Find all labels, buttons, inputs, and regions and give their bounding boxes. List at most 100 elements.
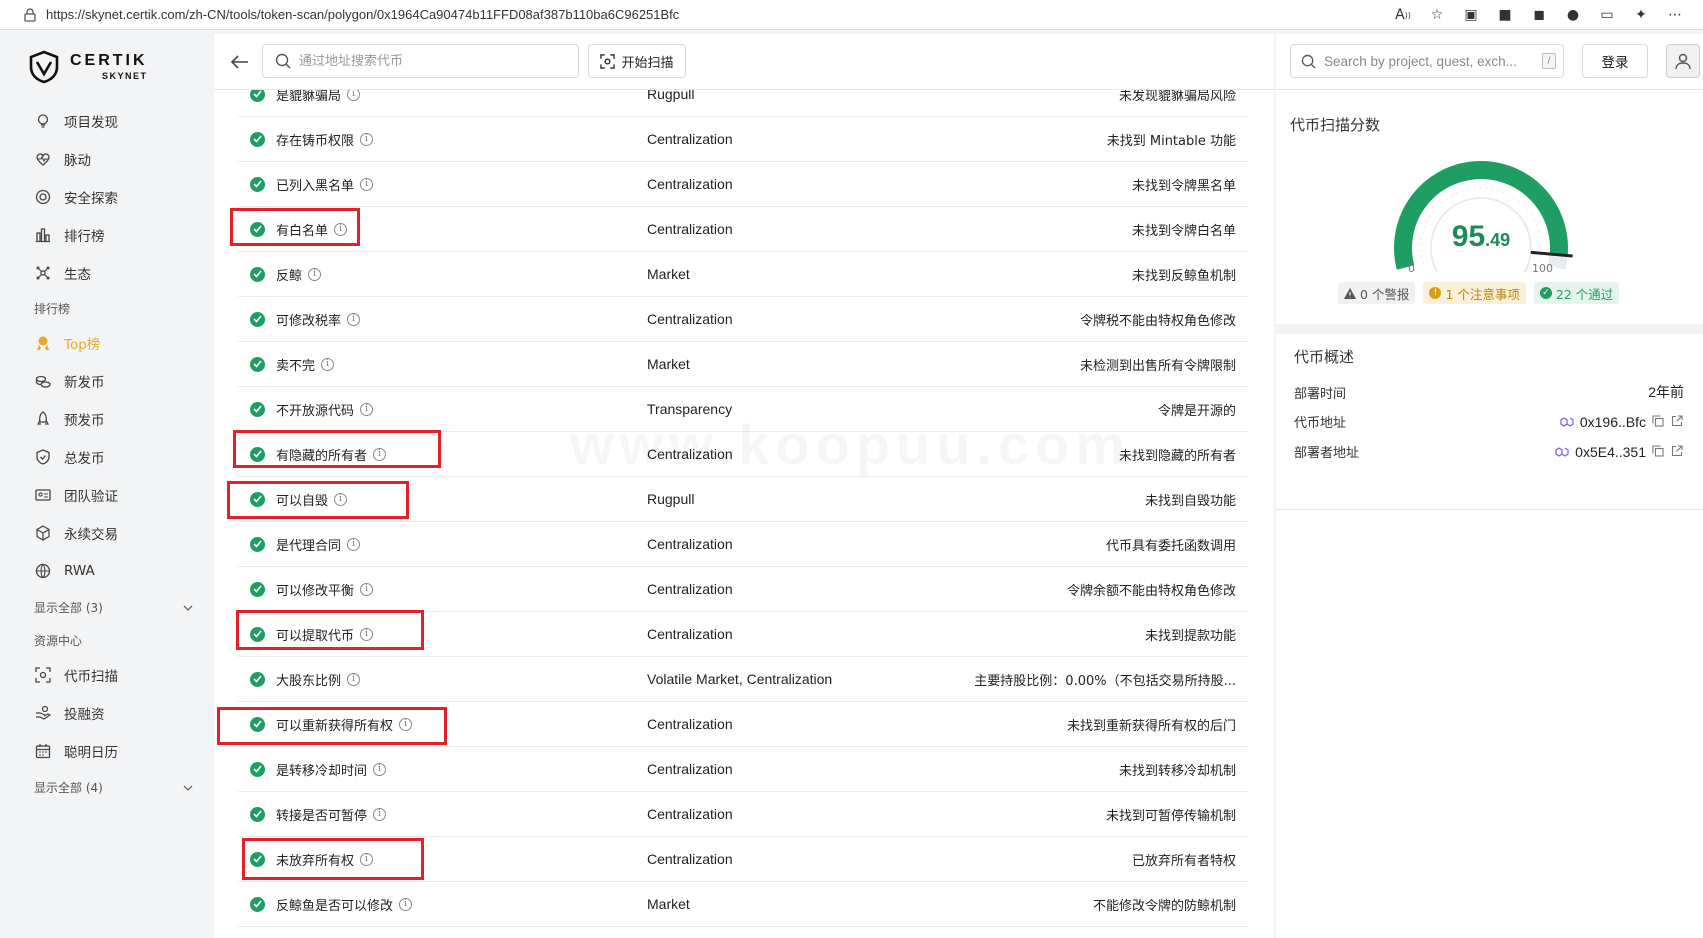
global-search-box[interactable]: / <box>1290 44 1564 78</box>
screenshot-icon[interactable]: ▣ <box>1461 5 1481 25</box>
token-search-box[interactable] <box>262 44 579 78</box>
read-aloud-icon[interactable]: A)) <box>1393 5 1413 25</box>
check-row[interactable]: 反鲸 i Market 未找到反鲸鱼机制 <box>238 252 1248 297</box>
start-scan-button[interactable]: 开始扫描 <box>588 44 686 78</box>
score-title: 代币扫描分数 <box>1290 116 1381 134</box>
sidebar-item-team-verify[interactable]: 团队验证 <box>16 476 213 514</box>
score-value: 95.49 <box>1386 220 1576 254</box>
right-panel-divider <box>1276 509 1703 510</box>
brand-name: CERTIK <box>70 52 148 69</box>
check-row[interactable]: 是貔貅骗局 i Rugpull 未发现貔貅骗局风险 <box>238 90 1248 117</box>
user-avatar-button[interactable] <box>1666 44 1700 78</box>
check-row[interactable]: 不开放源代码 i Transparency 令牌是开源的 <box>238 387 1248 432</box>
sidebar-item-perpetual[interactable]: 永续交易 <box>16 514 213 552</box>
sidebar-item-ecosystem[interactable]: 生态 <box>16 254 213 292</box>
favorite-star-icon[interactable]: ☆ <box>1427 5 1447 25</box>
external-link-icon[interactable] <box>1671 445 1684 458</box>
check-row[interactable]: 大股东比例 i Volatile Market, Centralization 主要持… <box>238 657 1248 702</box>
arrow-left-icon <box>231 55 248 69</box>
more-icon[interactable]: ⋯ <box>1665 5 1685 25</box>
check-result: 未发现貔貅骗局风险 <box>1118 90 1236 104</box>
info-icon[interactable]: i <box>347 537 361 551</box>
url-text[interactable]: https://skynet.certik.com/zh-CN/tools/to… <box>46 7 679 22</box>
copy-icon[interactable] <box>1652 415 1665 428</box>
sidebar-item-label: 团队验证 <box>64 489 118 505</box>
warning-triangle-icon <box>1344 287 1356 299</box>
alerts-badge[interactable]: 0 个警报 <box>1338 282 1416 304</box>
extensions-puzzle-icon[interactable]: ✦ <box>1631 5 1651 25</box>
sidebar-item-label: 投融资 <box>64 707 105 723</box>
extension-lock-icon[interactable]: ■ <box>1495 5 1515 25</box>
sidebar-item-token-scan[interactable]: 代币扫描 <box>16 656 213 694</box>
split-screen-icon[interactable]: ▭ <box>1597 5 1617 25</box>
sidebar-item-new-tokens[interactable]: 新发币 <box>16 362 213 400</box>
token-search-input[interactable] <box>299 53 559 69</box>
check-result: 未找到重新获得所有权的后门 <box>1066 718 1236 734</box>
sidebar-item-pre-tokens[interactable]: 预发币 <box>16 400 213 438</box>
extension-square-icon[interactable]: ◼ <box>1529 5 1549 25</box>
check-row[interactable]: 转接是否可暂停 i Centralization 未找到可暂停传输机制 <box>238 792 1248 837</box>
token-address-row: 代币地址 0x196..Bfc <box>1294 412 1684 431</box>
sidebar-item-security-explore[interactable]: 安全探索 <box>16 178 213 216</box>
check-result: 未找到可暂停传输机制 <box>1105 808 1236 824</box>
info-icon[interactable]: i <box>373 807 387 821</box>
check-name: 是转移冷却时间 <box>276 763 368 779</box>
check-result: 未找到反鲸鱼机制 <box>1131 268 1236 284</box>
info-icon[interactable]: i <box>360 582 374 596</box>
attention-badge[interactable]: ! 1 个注意事项 <box>1423 282 1526 304</box>
external-link-icon[interactable] <box>1671 415 1684 428</box>
chevron-down-icon <box>183 600 193 614</box>
sidebar-section-rank: 排行榜 <box>34 301 71 316</box>
check-result: 未找到令牌白名单 <box>1131 223 1236 239</box>
browser-toolbar: A)) ☆ ▣ ■ ◼ ● ▭ ✦ ⋯ <box>1393 5 1685 25</box>
check-row[interactable]: 是转移冷却时间 i Centralization 未找到转移冷却机制 <box>238 747 1248 792</box>
passed-badge[interactable]: ✓ 22 个通过 <box>1533 282 1620 304</box>
check-row[interactable]: 是代理合同 i Centralization 代币具有委托函数调用 <box>238 522 1248 567</box>
check-row[interactable]: 有白名单 i Centralization 未找到令牌白名单 <box>238 207 1248 252</box>
sidebar-item-leaderboard[interactable]: 排行榜 <box>16 216 213 254</box>
sidebar-item-total-tokens[interactable]: 总发币 <box>16 438 213 476</box>
info-icon[interactable]: i <box>347 90 361 101</box>
sidebar-item-investment[interactable]: 投融资 <box>16 694 213 732</box>
info-icon[interactable]: i <box>399 897 413 911</box>
copy-icon[interactable] <box>1652 445 1665 458</box>
check-row[interactable]: 卖不完 i Market 未检测到出售所有令牌限制 <box>238 342 1248 387</box>
show-all-rank-toggle[interactable]: 显示全部 (3) <box>16 590 213 624</box>
login-button[interactable]: 登录 <box>1582 44 1648 78</box>
check-name: 是貔貅骗局 <box>276 90 342 104</box>
highlight-box <box>227 481 409 519</box>
sidebar-item-top[interactable]: Top榜 <box>16 324 213 362</box>
check-row[interactable]: 已列入黑名单 i Centralization 未找到令牌黑名单 <box>238 162 1248 207</box>
check-name: 存在铸币权限 <box>276 133 355 149</box>
sidebar-item-rwa[interactable]: RWA <box>16 552 213 590</box>
score-gauge: 95.49 0 100 <box>1386 148 1576 312</box>
sidebar-item-pulse[interactable]: 脉动 <box>16 140 213 178</box>
info-icon[interactable]: i <box>347 672 361 686</box>
info-icon[interactable]: i <box>360 177 374 191</box>
check-row[interactable]: 可以修改平衡 i Centralization 令牌余额不能由特权角色修改 <box>238 567 1248 612</box>
deployer-address-value[interactable]: 0x5E4..351 <box>1575 444 1646 460</box>
medal-icon <box>34 334 52 352</box>
deployer-address-row: 部署者地址 0x5E4..351 <box>1294 442 1684 461</box>
global-search-input[interactable] <box>1324 53 1534 69</box>
extension-globe-icon[interactable]: ● <box>1563 5 1583 25</box>
check-result: 未找到自毁功能 <box>1144 493 1236 509</box>
info-icon[interactable]: i <box>360 402 374 416</box>
check-row[interactable]: 存在铸币权限 i Centralization 未找到 Mintable 功能 <box>238 117 1248 162</box>
alerts-badge-label: 0 个警报 <box>1360 286 1410 302</box>
check-row[interactable]: 可修改税率 i Centralization 令牌税不能由特权角色修改 <box>238 297 1248 342</box>
info-icon[interactable]: i <box>308 267 322 281</box>
token-address-value[interactable]: 0x196..Bfc <box>1580 414 1646 430</box>
back-button[interactable] <box>228 50 252 74</box>
info-icon[interactable]: i <box>373 762 387 776</box>
info-icon[interactable]: i <box>360 132 374 146</box>
check-category: Centralization <box>647 446 733 462</box>
sidebar-item-discover[interactable]: 项目发现 <box>16 102 213 140</box>
check-category: Centralization <box>647 581 733 597</box>
certik-logo[interactable]: CERTIK SKYNET <box>28 50 148 84</box>
info-icon[interactable]: i <box>321 357 335 371</box>
info-icon[interactable]: i <box>347 312 361 326</box>
show-all-resource-toggle[interactable]: 显示全部 (4) <box>16 770 213 804</box>
sidebar-item-calendar[interactable]: 聪明日历 <box>16 732 213 770</box>
check-row[interactable]: 反鲸鱼是否可以修改 i Market 不能修改令牌的防鲸机制 <box>238 882 1248 927</box>
